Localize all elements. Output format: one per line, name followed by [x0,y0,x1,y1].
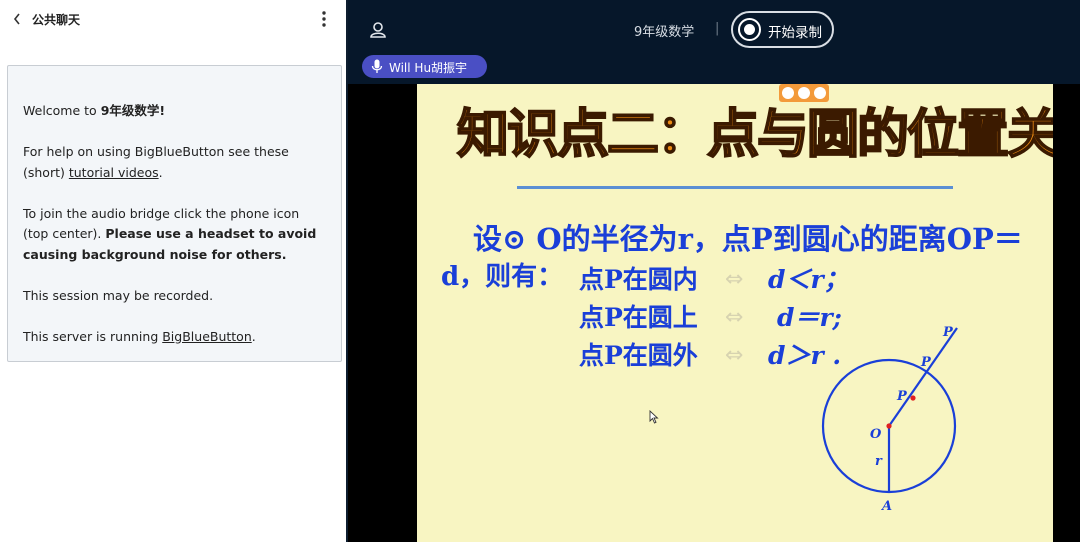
slide-title: 知识点二：点与圆的位置关系 [456,103,1053,166]
title-underline [517,186,953,189]
title-separator: | [715,21,720,36]
meeting-title: 9年级数学 [634,25,695,40]
vertical-dots-icon[interactable] [316,10,332,30]
presentation-slide: 知识点二：点与圆的位置关系 设⊙ O的半径为r，点P到圆心的距离OP＝ d，则有… [417,84,1053,542]
condition-on: 点P在圆上 [579,303,698,332]
label-p-on: P [920,355,932,370]
condition-inside: 点P在圆内 [579,265,698,294]
microphone-icon [371,59,383,74]
recorded-line: This session may be recorded. [23,287,214,303]
label-p-outer: P [942,325,954,340]
public-chat-panel: 公共聊天 Welcome to 9年级数学! For help on using… [0,0,346,542]
main-area: 9年级数学 | 开始录制 Will Hu胡振宇 知识点二：点与圆的位置关系 设⊙… [348,0,1080,542]
slide-text-line-1: 设⊙ O的半径为r，点P到圆心的距离OP＝ [473,222,1023,256]
bigbluebutton-link[interactable]: BigBlueButton [162,329,252,344]
help-line: For help on using BigBlueButton see thes… [23,144,289,180]
equivalence-arrow: ⇔ [725,343,744,368]
label-a: A [880,499,892,514]
chat-title[interactable]: 公共聊天 [32,11,80,28]
chevron-left-icon[interactable] [12,11,28,29]
relation-inside: d＜r； [768,265,849,294]
condition-outside: 点P在圆外 [579,341,698,370]
label-r: r [875,454,883,469]
server-line: This server is running BigBlueButton. [23,328,256,344]
record-label: 开始录制 [768,25,822,41]
talking-indicator[interactable]: Will Hu胡振宇 [362,55,487,78]
audio-line: To join the audio bridge click the phone… [23,205,317,262]
mouse-cursor-icon [649,410,659,424]
point-circle-figure: P P P O r A [821,325,958,514]
talker-name: Will Hu胡振宇 [389,61,468,75]
label-o: O [870,427,882,442]
label-p-inner: P [896,389,908,404]
record-icon [738,18,761,41]
welcome-message: Welcome to 9年级数学! For help on using BigB… [7,65,342,362]
chat-header: 公共聊天 [0,0,346,40]
screenshare-area: 知识点二：点与圆的位置关系 设⊙ O的半径为r，点P到圆心的距离OP＝ d，则有… [348,84,1080,542]
equivalence-arrow: ⇔ [725,305,744,330]
session-name: 9年级数学 [100,103,160,118]
tutorial-videos-link[interactable]: tutorial videos [69,165,159,180]
welcome-line: Welcome to 9年级数学! [23,103,166,118]
slide-text-line-2: d，则有： [441,262,564,292]
equivalence-arrow: ⇔ [725,267,744,292]
top-bar: 9年级数学 | 开始录制 Will Hu胡振宇 [348,0,1080,84]
user-icon[interactable] [368,20,388,40]
start-recording-button[interactable]: 开始录制 [731,11,834,48]
